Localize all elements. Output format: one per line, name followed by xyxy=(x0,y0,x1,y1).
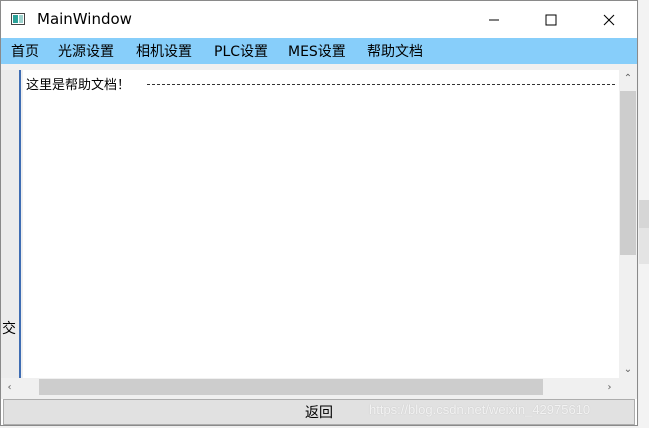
background-desktop xyxy=(639,0,649,428)
menu-item-home[interactable]: 首页 xyxy=(11,41,39,61)
maximize-button[interactable] xyxy=(528,1,574,38)
minimize-button[interactable] xyxy=(471,1,517,38)
vertical-scroll-thumb[interactable] xyxy=(620,91,636,255)
back-button-label: 返回 xyxy=(305,405,333,421)
scroll-up-icon[interactable]: ⌃ xyxy=(619,70,637,87)
scroll-right-icon[interactable]: › xyxy=(601,378,618,396)
maximize-icon xyxy=(545,14,557,25)
help-text: 这里是帮助文档！ xyxy=(26,78,131,93)
horizontal-scrollbar[interactable]: ‹ › xyxy=(1,378,619,396)
background-band xyxy=(639,200,649,228)
app-icon xyxy=(11,13,25,25)
main-window: MainWindow 首页 光源设置 相机设置 PLC设置 MES设置 帮助文档… xyxy=(0,0,638,426)
title-bar[interactable]: MainWindow xyxy=(1,1,637,38)
window-title: MainWindow xyxy=(37,10,132,28)
scroll-down-icon[interactable]: ⌄ xyxy=(619,361,637,378)
background-band xyxy=(639,228,649,264)
close-button[interactable] xyxy=(586,1,632,38)
dashed-line xyxy=(147,84,615,85)
minimize-icon xyxy=(489,19,499,20)
side-panel-label: 交 xyxy=(2,321,16,337)
back-button[interactable]: 返回 xyxy=(3,399,635,425)
menu-item-light-settings[interactable]: 光源设置 xyxy=(58,41,114,61)
side-panel: 交 xyxy=(1,70,21,383)
menu-bar: 首页 光源设置 相机设置 PLC设置 MES设置 帮助文档 xyxy=(1,38,637,64)
menu-item-mes-settings[interactable]: MES设置 xyxy=(288,41,346,61)
help-text-area[interactable]: 这里是帮助文档！ xyxy=(23,70,619,378)
close-icon xyxy=(603,14,615,25)
content-area: 交 这里是帮助文档！ ⌃ ⌄ ‹ › xyxy=(1,64,637,399)
scroll-left-icon[interactable]: ‹ xyxy=(1,378,18,396)
vertical-scrollbar[interactable]: ⌃ ⌄ xyxy=(619,70,637,378)
menu-item-camera-settings[interactable]: 相机设置 xyxy=(136,41,192,61)
menu-item-help-docs[interactable]: 帮助文档 xyxy=(367,41,423,61)
horizontal-scroll-thumb[interactable] xyxy=(39,379,543,395)
menu-item-plc-settings[interactable]: PLC设置 xyxy=(214,41,268,61)
